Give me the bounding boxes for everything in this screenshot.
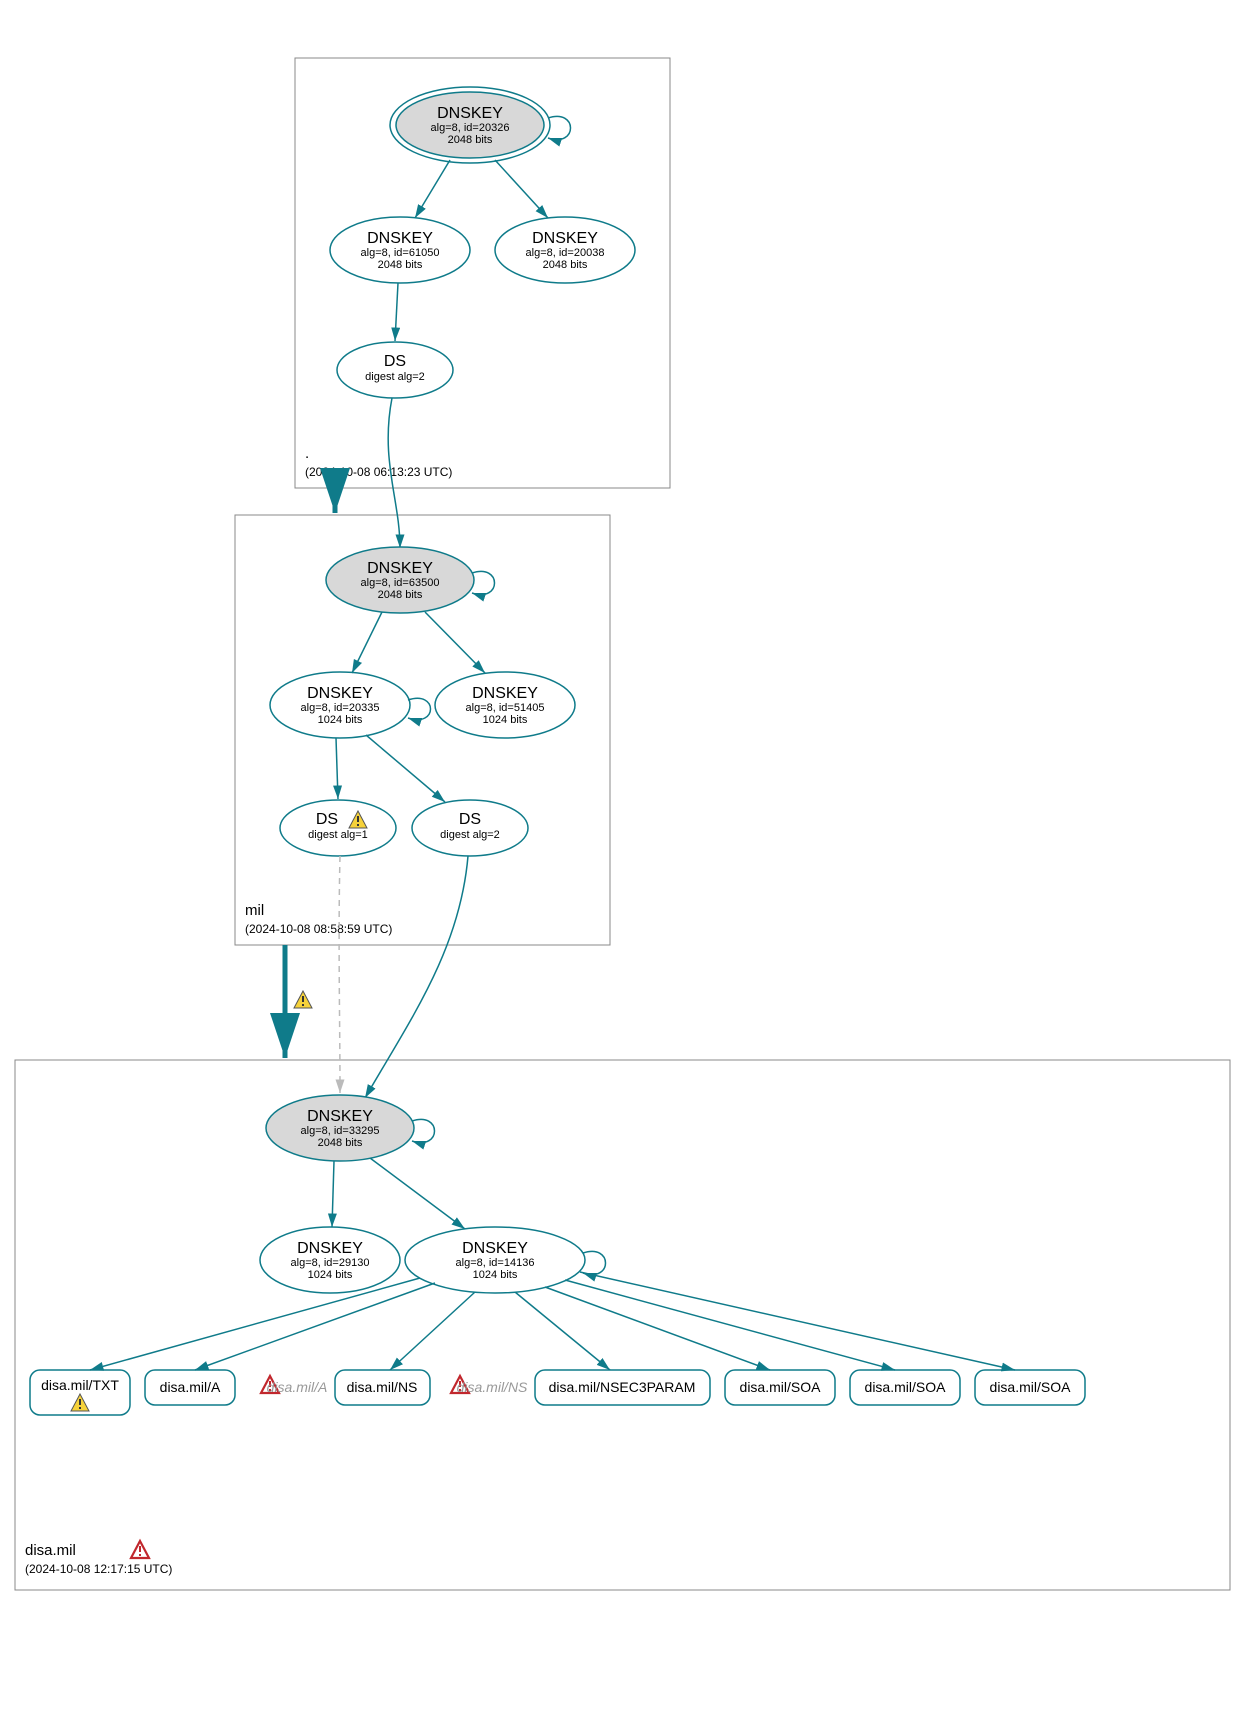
edge-zsk2-ns	[390, 1292, 475, 1370]
svg-text:DNSKEY: DNSKEY	[472, 685, 538, 702]
node-root-ksk-l2: 2048 bits	[448, 134, 493, 146]
edge-milksk-zsk1	[352, 612, 382, 673]
error-icon	[131, 1541, 149, 1558]
node-root-ksk-l1: alg=8, id=20326	[431, 122, 510, 134]
node-root-ds	[337, 342, 453, 398]
edge-zsk2-soa1	[545, 1287, 770, 1370]
node-mil-ds1	[280, 800, 396, 856]
edge-zsk2-soa3	[580, 1272, 1015, 1370]
svg-text:DS: DS	[384, 353, 406, 370]
svg-text:2048 bits: 2048 bits	[378, 589, 423, 601]
svg-text:DS: DS	[459, 811, 481, 828]
edge-milds1-disaksk	[339, 856, 340, 1093]
edge-zsk2-txt	[90, 1278, 420, 1370]
node-mil-ds2	[412, 800, 528, 856]
rr-a-faded: disa.mil/A	[267, 1379, 328, 1395]
edge-zsk2-a	[195, 1283, 435, 1370]
svg-text:alg=8, id=14136: alg=8, id=14136	[456, 1257, 535, 1269]
edge-zsk2-nsec	[515, 1292, 610, 1370]
svg-text:DNSKEY: DNSKEY	[462, 1240, 528, 1257]
svg-text:alg=8, id=63500: alg=8, id=63500	[361, 577, 440, 589]
svg-text:1024 bits: 1024 bits	[308, 1269, 353, 1281]
svg-text:alg=8, id=61050: alg=8, id=61050	[361, 247, 440, 259]
rr-ns-faded: disa.mil/NS	[457, 1379, 528, 1395]
svg-text:alg=8, id=51405: alg=8, id=51405	[466, 702, 545, 714]
edge-milds2-disaksk	[365, 856, 468, 1098]
svg-text:DS: DS	[316, 811, 338, 828]
edge-milzsk1-ds2	[366, 735, 445, 802]
dnssec-diagram: . (2024-10-08 06:13:23 UTC) DNSKEY alg=8…	[0, 0, 1245, 1724]
svg-text:DNSKEY: DNSKEY	[307, 1108, 373, 1125]
svg-text:alg=8, id=20038: alg=8, id=20038	[526, 247, 605, 259]
svg-text:alg=8, id=29130: alg=8, id=29130	[291, 1257, 370, 1269]
svg-text:alg=8, id=20335: alg=8, id=20335	[301, 702, 380, 714]
edge-milzsk1-ds1	[336, 738, 338, 799]
svg-text:disa.mil/A: disa.mil/A	[160, 1379, 221, 1395]
svg-text:2048 bits: 2048 bits	[543, 259, 588, 271]
warn-icon	[294, 991, 312, 1008]
svg-text:DNSKEY: DNSKEY	[307, 685, 373, 702]
zone-disa-box	[15, 1060, 1230, 1590]
svg-text:alg=8, id=33295: alg=8, id=33295	[301, 1125, 380, 1137]
svg-text:DNSKEY: DNSKEY	[532, 230, 598, 247]
svg-text:disa.mil/NSEC3PARAM: disa.mil/NSEC3PARAM	[549, 1379, 696, 1395]
svg-text:DNSKEY: DNSKEY	[297, 1240, 363, 1257]
svg-text:disa.mil/SOA: disa.mil/SOA	[865, 1379, 947, 1395]
svg-text:disa.mil/SOA: disa.mil/SOA	[990, 1379, 1072, 1395]
svg-text:1024 bits: 1024 bits	[318, 714, 363, 726]
svg-text:disa.mil/TXT: disa.mil/TXT	[41, 1377, 119, 1393]
edge-zsk2-soa2	[565, 1280, 895, 1370]
zone-root-label: .	[305, 445, 309, 462]
svg-text:2048 bits: 2048 bits	[378, 259, 423, 271]
edge-rootksk-zsk2	[495, 160, 548, 218]
zone-disa-label: disa.mil	[25, 1542, 76, 1559]
edge-disaksk-zsk2	[370, 1158, 465, 1229]
edge-rootzsk1-ds	[395, 283, 398, 341]
edge-disazsk2-self	[583, 1251, 606, 1274]
zone-disa-timestamp: (2024-10-08 12:17:15 UTC)	[25, 1562, 172, 1576]
edge-milksk-zsk2	[425, 612, 485, 673]
edge-disaksk-zsk1	[332, 1161, 334, 1227]
node-root-ksk-title: DNSKEY	[437, 105, 503, 122]
svg-text:digest alg=2: digest alg=2	[365, 371, 425, 383]
edge-disaksk-self	[412, 1119, 435, 1142]
zone-mil-label: mil	[245, 902, 264, 919]
zone-mil-timestamp: (2024-10-08 08:58:59 UTC)	[245, 922, 392, 936]
svg-text:disa.mil/NS: disa.mil/NS	[347, 1379, 418, 1395]
edge-milzsk1-self	[408, 698, 431, 719]
edge-milksk-self	[472, 571, 495, 594]
zone-root-timestamp: (2024-10-08 06:13:23 UTC)	[305, 465, 452, 479]
svg-text:1024 bits: 1024 bits	[483, 714, 528, 726]
svg-text:digest alg=2: digest alg=2	[440, 829, 500, 841]
edge-root-ksk-self	[548, 116, 571, 139]
svg-text:2048 bits: 2048 bits	[318, 1137, 363, 1149]
edge-rootksk-zsk1	[415, 160, 450, 218]
svg-text:disa.mil/SOA: disa.mil/SOA	[740, 1379, 822, 1395]
svg-text:digest alg=1: digest alg=1	[308, 829, 368, 841]
svg-text:1024 bits: 1024 bits	[473, 1269, 518, 1281]
svg-text:DNSKEY: DNSKEY	[367, 560, 433, 577]
svg-text:DNSKEY: DNSKEY	[367, 230, 433, 247]
